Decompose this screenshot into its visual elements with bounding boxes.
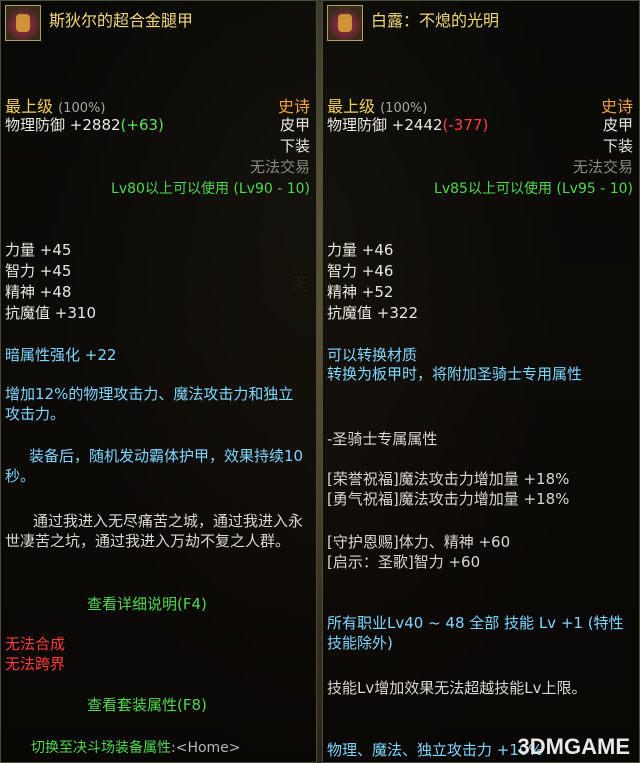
stat-int: 智力 +45 <box>5 262 72 280</box>
defense-value: +2882 <box>69 116 121 134</box>
stat-spi: 精神 +52 <box>327 283 394 301</box>
effect-attack: 增加12%的物理攻击力、魔法攻击力和独立攻击力。 <box>5 385 294 423</box>
stat-mres: 抗魔值 +322 <box>327 304 418 322</box>
bless-courage: [勇气祝福]魔法攻击力增加量 +18% <box>327 490 570 508</box>
grace-hymn: [启示：圣歌]智力 +60 <box>327 553 481 571</box>
convert-title: 可以转换材质 <box>327 346 418 364</box>
attack-boost: 物理、魔法、独立攻击力 +10% <box>327 741 543 759</box>
stat-str: 力量 +45 <box>5 241 72 259</box>
watermark-logo: 3DMGAME <box>517 734 630 759</box>
item-name: 斯狄尔的超合金腿甲 <box>49 11 194 30</box>
effect-armor: 装备后，随机发动霸体护甲，效果持续10秒。 <box>5 447 304 485</box>
level-requirement: Lv80以上可以使用 (Lv90 - 10) <box>111 181 310 197</box>
skill-boost: 所有职业Lv40 ~ 48 全部 技能 Lv +1 (特性技能除外) <box>327 614 624 652</box>
convert-desc: 转换为板甲时，将附加圣骑士专用属性 <box>327 365 583 383</box>
set-link[interactable]: 查看套装属性(F8) <box>87 694 207 715</box>
tooltip-right: 白露：不熄的光明 最上级 (100%) 史诗 物理防御 +2442(-377) … <box>322 0 640 763</box>
stat-mres: 抗魔值 +310 <box>5 304 96 322</box>
detail-link[interactable]: 查看详细说明(F4) <box>87 593 207 614</box>
trade-status: 无法交易 <box>572 158 633 176</box>
class-header: -圣骑士专属属性 <box>327 430 438 448</box>
defense: 物理防御 +2442(-377) <box>327 116 489 134</box>
slot: 下装 <box>602 137 633 155</box>
grace-guard: [守护恩赐]体力、精神 +60 <box>327 533 511 551</box>
level-requirement: Lv85以上可以使用 (Lv95 - 10) <box>434 181 633 197</box>
element-boost: 暗属性强化 +22 <box>5 346 117 364</box>
flavor-text: 通过我进入无尽痛苦之城，通过我进入永世凄苦之坑，通过我进入万劫不复之人群。 <box>5 512 304 550</box>
item-name: 白露：不熄的光明 <box>371 11 500 30</box>
item-icon <box>327 5 363 41</box>
defense-diff: (+63) <box>120 116 164 134</box>
stat-str: 力量 +46 <box>327 241 394 259</box>
tooltip-header: 斯狄尔的超合金腿甲 <box>1 1 316 45</box>
tooltip-header: 白露：不熄的光明 <box>323 1 639 45</box>
bless-honor: [荣誉祝福]魔法攻击力增加量 +18% <box>327 470 570 488</box>
armor-type: 皮甲 <box>279 116 310 134</box>
stat-int: 智力 +46 <box>327 262 394 280</box>
item-icon <box>5 5 41 41</box>
trade-status: 无法交易 <box>249 158 310 176</box>
stat-spi: 精神 +48 <box>5 283 72 301</box>
no-synth: 无法合成 <box>5 635 66 653</box>
armor-type: 皮甲 <box>602 116 633 134</box>
slot: 下装 <box>279 137 310 155</box>
defense-label: 物理防御 <box>5 116 66 134</box>
tooltip-left: 斯狄尔的超合金腿甲 最上级 (100%) 史诗 物理防御 +2882(+63) … <box>0 0 317 763</box>
skill-note: 技能Lv增加效果无法超越技能Lv上限。 <box>327 679 587 697</box>
no-cross: 无法跨界 <box>5 655 66 673</box>
switch-pvp[interactable]: 切换至决斗场装备属性:<Home> <box>31 737 241 757</box>
defense: 物理防御 +2882(+63) <box>5 114 164 135</box>
